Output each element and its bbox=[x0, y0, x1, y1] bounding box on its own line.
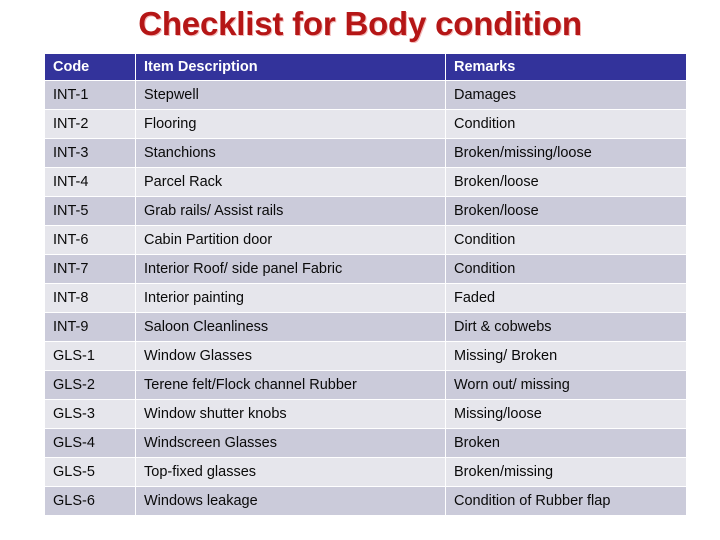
cell-remarks: Broken/missing/loose bbox=[446, 139, 686, 167]
cell-item-description: Window shutter knobs bbox=[136, 400, 445, 428]
checklist-table: Code Item Description Remarks INT-1 Stepw… bbox=[44, 53, 687, 516]
cell-remarks: Condition of Rubber flap bbox=[446, 487, 686, 515]
table-row: INT-4 Parcel Rack Broken/loose bbox=[45, 168, 686, 196]
table-row: GLS-6 Windows leakage Condition of Rubber … bbox=[45, 487, 686, 515]
cell-item-description: Window Glasses bbox=[136, 342, 445, 370]
cell-item-description: Interior painting bbox=[136, 284, 445, 312]
table-row: INT-7 Interior Roof/ side panel Fabric Con… bbox=[45, 255, 686, 283]
cell-remarks: Dirt & cobwebs bbox=[446, 313, 686, 341]
cell-code: INT-2 bbox=[45, 110, 135, 138]
cell-code: GLS-2 bbox=[45, 371, 135, 399]
cell-code: INT-4 bbox=[45, 168, 135, 196]
cell-remarks: Damages bbox=[446, 81, 686, 109]
cell-code: GLS-5 bbox=[45, 458, 135, 486]
cell-remarks: Worn out/ missing bbox=[446, 371, 686, 399]
cell-item-description: Grab rails/ Assist rails bbox=[136, 197, 445, 225]
table-row: GLS-1 Window Glasses Missing/ Broken bbox=[45, 342, 686, 370]
cell-code: INT-1 bbox=[45, 81, 135, 109]
cell-code: GLS-4 bbox=[45, 429, 135, 457]
cell-code: GLS-3 bbox=[45, 400, 135, 428]
table-row: INT-8 Interior painting Faded bbox=[45, 284, 686, 312]
cell-item-description: Terene felt/Flock channel Rubber bbox=[136, 371, 445, 399]
cell-code: INT-9 bbox=[45, 313, 135, 341]
cell-item-description: Parcel Rack bbox=[136, 168, 445, 196]
cell-item-description: Stepwell bbox=[136, 81, 445, 109]
cell-remarks: Broken bbox=[446, 429, 686, 457]
cell-item-description: Windows leakage bbox=[136, 487, 445, 515]
column-header-code: Code bbox=[45, 54, 135, 80]
cell-code: INT-3 bbox=[45, 139, 135, 167]
cell-item-description: Saloon Cleanliness bbox=[136, 313, 445, 341]
cell-item-description: Top-fixed glasses bbox=[136, 458, 445, 486]
table-row: INT-2 Flooring Condition bbox=[45, 110, 686, 138]
table-row: GLS-3 Window shutter knobs Missing/loose bbox=[45, 400, 686, 428]
cell-item-description: Windscreen Glasses bbox=[136, 429, 445, 457]
cell-code: INT-6 bbox=[45, 226, 135, 254]
cell-item-description: Cabin Partition door bbox=[136, 226, 445, 254]
table-row: GLS-2 Terene felt/Flock channel Rubber Wor… bbox=[45, 371, 686, 399]
table-row: INT-5 Grab rails/ Assist rails Broken/loos… bbox=[45, 197, 686, 225]
column-header-item-description: Item Description bbox=[136, 54, 445, 80]
cell-remarks: Condition bbox=[446, 226, 686, 254]
table-header: Code Item Description Remarks bbox=[45, 54, 686, 80]
cell-remarks: Faded bbox=[446, 284, 686, 312]
cell-remarks: Broken/missing bbox=[446, 458, 686, 486]
checklist-table-container: Code Item Description Remarks INT-1 Stepw… bbox=[44, 53, 687, 516]
table-row: GLS-4 Windscreen Glasses Broken bbox=[45, 429, 686, 457]
cell-item-description: Interior Roof/ side panel Fabric bbox=[136, 255, 445, 283]
page-title: Checklist for Body condition bbox=[138, 5, 582, 42]
cell-remarks: Condition bbox=[446, 255, 686, 283]
table-row: INT-1 Stepwell Damages bbox=[45, 81, 686, 109]
cell-remarks: Missing/loose bbox=[446, 400, 686, 428]
cell-code: INT-5 bbox=[45, 197, 135, 225]
table-row: INT-6 Cabin Partition door Condition bbox=[45, 226, 686, 254]
table-header-row: Code Item Description Remarks bbox=[45, 54, 686, 80]
table-row: INT-9 Saloon Cleanliness Dirt & cobwebs bbox=[45, 313, 686, 341]
cell-code: INT-7 bbox=[45, 255, 135, 283]
column-header-remarks: Remarks bbox=[446, 54, 686, 80]
cell-item-description: Flooring bbox=[136, 110, 445, 138]
table-row: GLS-5 Top-fixed glasses Broken/missing bbox=[45, 458, 686, 486]
cell-remarks: Broken/loose bbox=[446, 168, 686, 196]
table-body: INT-1 Stepwell Damages INT-2 Flooring Conditi… bbox=[45, 81, 686, 515]
cell-code: GLS-1 bbox=[45, 342, 135, 370]
cell-code: GLS-6 bbox=[45, 487, 135, 515]
cell-remarks: Broken/loose bbox=[446, 197, 686, 225]
table-row: INT-3 Stanchions Broken/missing/loose bbox=[45, 139, 686, 167]
cell-remarks: Missing/ Broken bbox=[446, 342, 686, 370]
cell-item-description: Stanchions bbox=[136, 139, 445, 167]
cell-code: INT-8 bbox=[45, 284, 135, 312]
cell-remarks: Condition bbox=[446, 110, 686, 138]
slide: Checklist for Body condition Code Item D… bbox=[0, 0, 720, 540]
